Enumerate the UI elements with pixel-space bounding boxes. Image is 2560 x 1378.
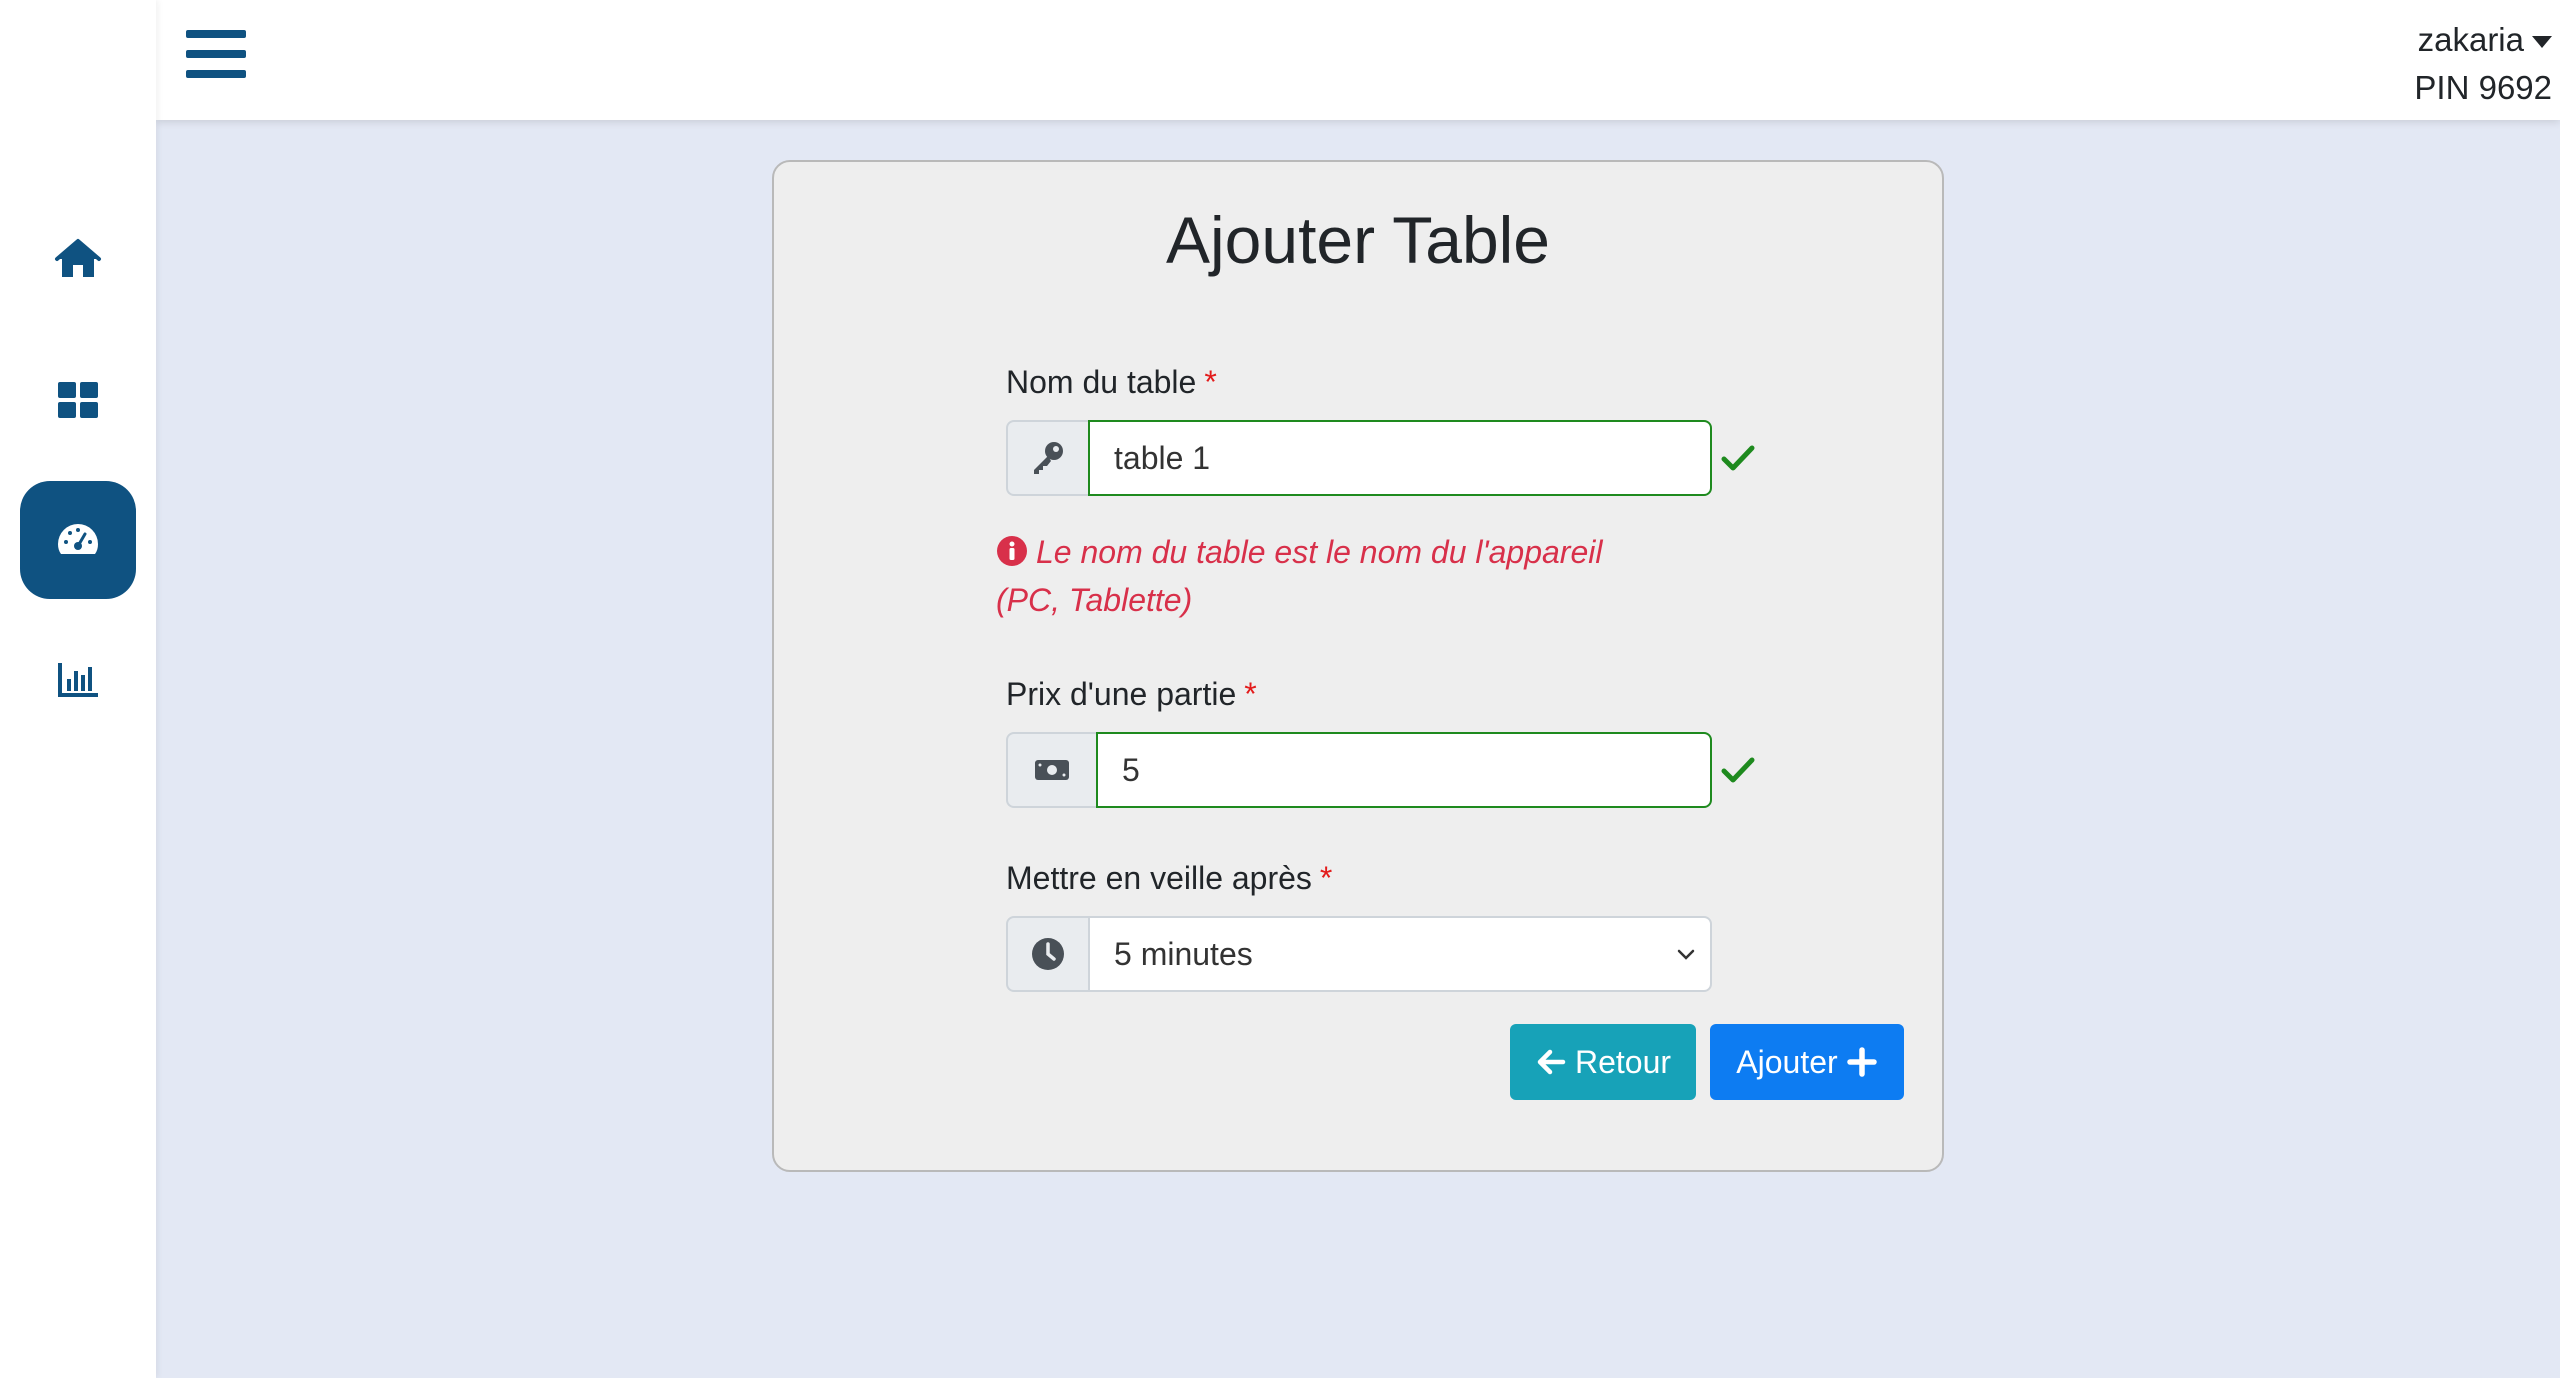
user-pin: PIN 9692 — [2414, 69, 2552, 106]
sidebar — [0, 0, 156, 1378]
plus-icon — [1846, 1047, 1877, 1077]
add-button[interactable]: Ajouter — [1710, 1024, 1904, 1100]
hamburger-icon[interactable] — [186, 30, 246, 84]
top-header: zakaria PIN 9692 — [156, 0, 2560, 120]
page-title: Ajouter Table — [1165, 203, 1551, 277]
clock-icon — [1032, 938, 1064, 970]
price-label: Prix d'une partie * — [1006, 676, 1257, 712]
valid-check-icon — [1721, 445, 1755, 471]
gauge-icon — [58, 524, 98, 554]
sleep-label: Mettre en veille après * — [1006, 860, 1333, 896]
bar-chart-icon — [58, 663, 98, 697]
table-name-input[interactable] — [1088, 420, 1712, 496]
arrow-left-icon — [1537, 1049, 1566, 1075]
money-icon — [1035, 760, 1069, 780]
back-button[interactable]: Retour — [1510, 1024, 1696, 1100]
money-addon — [1006, 732, 1096, 808]
name-hint-error: Le nom du table est le nom du l'appareil… — [996, 528, 1616, 624]
back-button-label: Retour — [1574, 1043, 1672, 1080]
name-hint-text: Le nom du table est le nom du l'appareil… — [996, 534, 1603, 618]
add-button-label: Ajouter — [1736, 1043, 1838, 1080]
grid-icon — [58, 382, 98, 418]
required-mark: * — [1319, 860, 1333, 896]
table-name-group — [1006, 420, 1712, 496]
valid-check-icon — [1721, 757, 1755, 783]
sleep-select-wrapper: 5 minutes — [1088, 916, 1712, 992]
clock-addon — [1006, 916, 1088, 992]
key-icon — [1034, 442, 1063, 474]
sleep-select[interactable]: 5 minutes — [1088, 916, 1712, 992]
sidebar-item-tables[interactable] — [20, 481, 136, 599]
info-circle-icon — [997, 536, 1027, 566]
required-mark: * — [1244, 676, 1257, 712]
sidebar-item-stats[interactable] — [20, 620, 136, 738]
price-group — [1006, 732, 1712, 808]
table-name-label: Nom du table * — [1006, 364, 1217, 400]
user-name: zakaria — [2417, 21, 2524, 58]
user-name-dropdown[interactable]: zakaria — [2414, 16, 2552, 64]
home-icon — [55, 239, 101, 277]
user-menu[interactable]: zakaria PIN 9692 — [2414, 16, 2552, 112]
price-input[interactable] — [1096, 732, 1712, 808]
sleep-group: 5 minutes — [1006, 916, 1712, 992]
required-mark: * — [1204, 364, 1217, 400]
sidebar-item-home[interactable] — [20, 200, 136, 318]
add-table-card: Ajouter Table Nom du table* Le nom du ta… — [772, 160, 1944, 1172]
caret-down-icon — [2532, 36, 2552, 49]
key-addon — [1006, 420, 1088, 496]
sidebar-item-dashboard[interactable] — [20, 341, 136, 459]
